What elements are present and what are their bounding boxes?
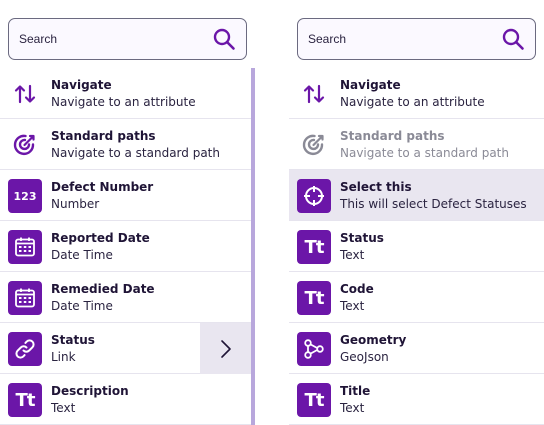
item-subtitle: Navigate to a standard path [340,146,509,160]
item-title: Remedied Date [51,282,155,296]
item-title: Status [51,333,95,347]
item-title: Navigate [51,78,112,92]
item-title: Reported Date [51,231,150,245]
item-title: Navigate [340,78,401,92]
item-subtitle: Navigate to an attribute [340,95,485,109]
geometry-icon [297,332,331,366]
search-placeholder: Search [308,32,347,46]
text-icon: Tt [297,230,331,264]
scrollbar[interactable] [251,68,255,425]
right-panel: Search Navigate Navigate to an attribute [289,0,544,425]
item-subtitle: Navigate to an attribute [51,95,196,109]
search-placeholder: Search [19,32,58,46]
crosshair-icon [297,179,331,213]
list-item-standard-paths: Standard paths Navigate to a standard pa… [289,119,544,170]
list-item-standard-paths[interactable]: Standard paths Navigate to a standard pa… [0,119,251,170]
sort-arrows-icon [297,77,331,111]
list-item-status[interactable]: Status Link [0,323,251,374]
item-title: Select this [340,180,412,194]
item-subtitle: Text [340,401,365,415]
item-subtitle: Text [51,401,76,415]
item-title: Code [340,282,374,296]
item-title: Defect Number [51,180,154,194]
list-item-defect-number[interactable]: 123 Defect Number Number [0,170,251,221]
search-input[interactable]: Search [297,18,536,60]
list-item-select-this[interactable]: Select this This will select Defect Stat… [289,170,544,221]
number-icon: 123 [8,179,42,213]
list-item-title[interactable]: Tt Title Text [289,374,544,425]
text-icon: Tt [297,281,331,315]
item-subtitle: Text [340,248,365,262]
item-title: Standard paths [340,129,445,143]
list-item-navigate[interactable]: Navigate Navigate to an attribute [289,68,544,119]
link-icon [8,332,42,366]
list-item-status[interactable]: Tt Status Text [289,221,544,272]
target-icon [297,128,331,162]
item-subtitle: Date Time [51,299,113,313]
item-title: Standard paths [51,129,156,143]
item-subtitle: Number [51,197,100,211]
item-subtitle: Link [51,350,76,364]
item-subtitle: Date Time [51,248,113,262]
attribute-list: Navigate Navigate to an attribute Standa… [289,68,544,425]
item-title: Geometry [340,333,407,347]
list-item-navigate[interactable]: Navigate Navigate to an attribute [0,68,251,119]
search-input[interactable]: Search [8,18,247,60]
expand-button[interactable] [200,323,251,374]
search-icon[interactable] [501,27,525,51]
item-subtitle: This will select Defect Statuses [340,197,527,211]
text-icon: Tt [8,383,42,417]
calendar-icon [8,281,42,315]
list-item-geometry[interactable]: Geometry GeoJson [289,323,544,374]
list-item-reported-date[interactable]: Reported Date Date Time [0,221,251,272]
item-subtitle: GeoJson [340,350,389,364]
left-panel: Search Navigate Navigate to an attribute [0,0,256,425]
list-item-description[interactable]: Tt Description Text [0,374,251,425]
attribute-list: Navigate Navigate to an attribute Standa… [0,68,251,425]
item-subtitle: Text [340,299,365,313]
chevron-right-icon [220,339,231,358]
sort-arrows-icon [8,77,42,111]
item-title: Status [340,231,384,245]
text-icon: Tt [297,383,331,417]
item-title: Title [340,384,371,398]
item-title: Description [51,384,129,398]
target-icon [8,128,42,162]
list-item-code[interactable]: Tt Code Text [289,272,544,323]
list-item-remedied-date[interactable]: Remedied Date Date Time [0,272,251,323]
search-icon[interactable] [212,27,236,51]
item-subtitle: Navigate to a standard path [51,146,220,160]
calendar-icon [8,230,42,264]
